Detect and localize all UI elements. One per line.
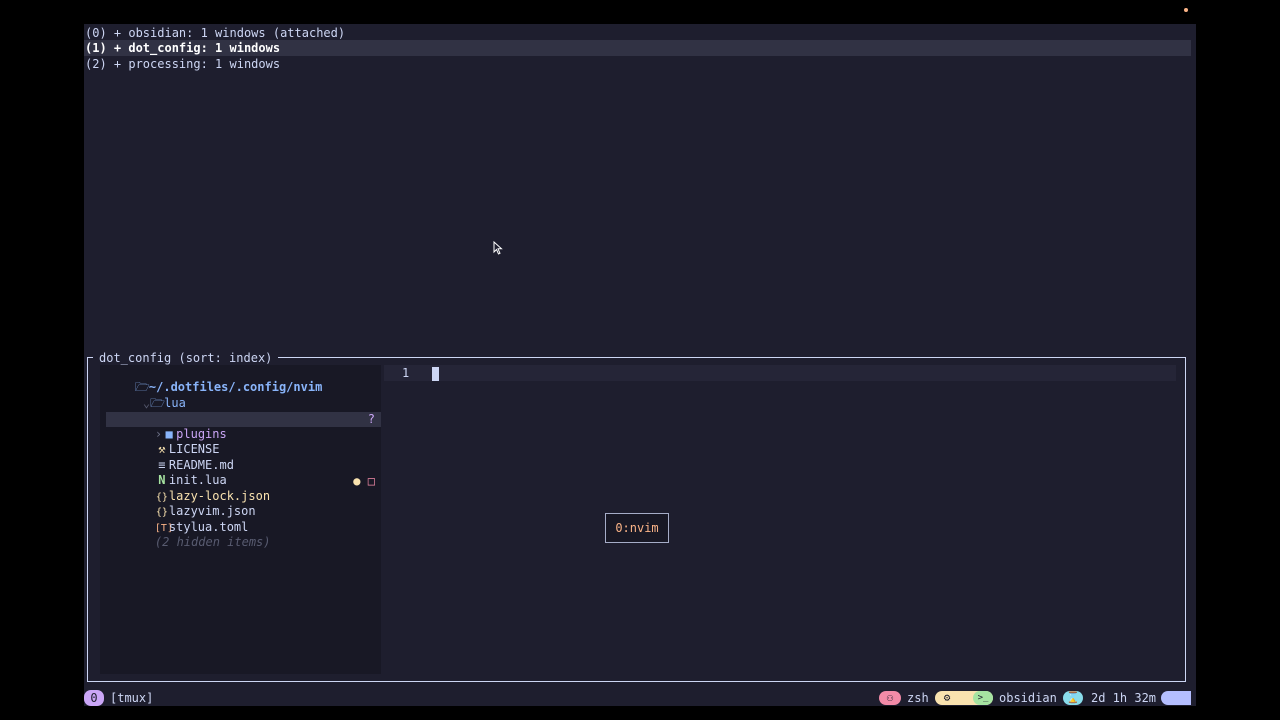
tree-hidden-items-label: (2 hidden items) (154, 535, 271, 549)
current-line-highlight (384, 365, 1176, 381)
tree-hidden-items: (2 hidden items) (106, 520, 401, 549)
git-untracked-badge: ? (367, 412, 375, 426)
tree-root[interactable]: 🗁~/.dotfiles/.config/nvim (106, 365, 381, 394)
uptime: 2d 1h 32m (1091, 691, 1157, 705)
window-index-badge[interactable]: 0 (84, 690, 104, 706)
tree-file-init[interactable]: Ninit.lua (106, 458, 401, 487)
tree-file-lazy-lock[interactable]: {}lazy-lock.json ● □ (106, 474, 381, 503)
tree-file-lazyvim[interactable]: {}lazyvim.json (106, 489, 401, 518)
shell-name: zsh (907, 691, 929, 705)
preview-title: dot_config (sort: index) (93, 350, 279, 366)
session-item-processing[interactable]: (2) + processing: 1 windows (84, 56, 1191, 72)
window-name-popup: 0:nvim (605, 513, 669, 543)
tree-file-license[interactable]: ⚒ LICENSE (106, 427, 401, 456)
session-name: obsidian (999, 691, 1057, 705)
session-item-dot-config[interactable]: (1) + dot_config: 1 windows (84, 40, 1191, 56)
mouse-cursor-icon (493, 240, 503, 257)
tree-folder-lua[interactable]: ⌄🗁lua (106, 381, 389, 410)
line-number: 1 (402, 366, 410, 380)
unstaged-square-icon: □ (367, 474, 375, 488)
user-icon: ⚇ (886, 691, 894, 704)
window-name[interactable]: [tmux] (110, 690, 153, 706)
cpu-icon: ⚙ (943, 691, 951, 704)
text-cursor (432, 367, 439, 381)
tmux-status-bar: 0 [tmux] ⚇ zsh ⚙ >_ obsidian ⌛ 2d 1h 32m (84, 690, 1196, 706)
session-item-obsidian[interactable]: (0) + obsidian: 1 windows (attached) (84, 25, 1191, 41)
end-cap (1161, 691, 1191, 705)
terminal-icon: >_ (977, 693, 989, 703)
tree-file-stylua[interactable]: [T]stylua.toml (106, 505, 401, 534)
notification-dot (1184, 8, 1188, 12)
tree-file-readme[interactable]: ≡ README.md (106, 443, 401, 472)
hourglass-icon: ⌛ (1066, 691, 1080, 704)
editor-pane[interactable]: 1 (384, 365, 1176, 674)
git-modified-badge: ● □ (353, 474, 375, 489)
file-tree: 🗁~/.dotfiles/.config/nvim ⌄🗁lua ›■config… (100, 365, 381, 674)
tree-folder-plugins[interactable]: › ■ plugins ? (106, 412, 381, 441)
tree-folder-config[interactable]: ›■config (106, 396, 401, 425)
modified-dot-icon: ● (353, 474, 361, 488)
